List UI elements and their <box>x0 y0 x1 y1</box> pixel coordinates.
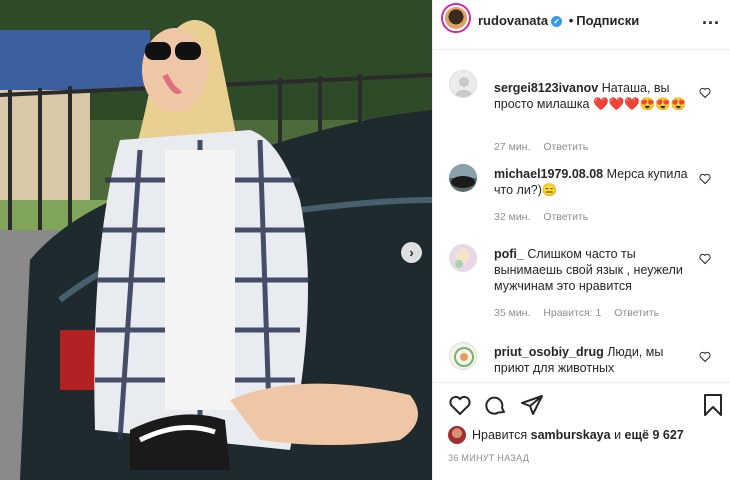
comment-time[interactable]: 35 мин. <box>494 307 530 319</box>
comment-meta: 27 мин. Ответить <box>494 141 598 153</box>
reply-button[interactable]: Ответить <box>614 307 659 319</box>
liker-avatar[interactable] <box>448 426 466 444</box>
post-header: rudovanata ✓ • Подписки ... <box>433 5 730 32</box>
comment-time[interactable]: 27 мин. <box>494 141 530 153</box>
like-heart-icon[interactable] <box>448 393 472 417</box>
commenter-avatar[interactable] <box>449 70 477 98</box>
author-avatar[interactable] <box>443 5 469 31</box>
reply-button[interactable]: Ответить <box>543 141 588 153</box>
actions-divider <box>433 382 730 383</box>
comment-bubble-icon[interactable] <box>484 393 508 417</box>
post-sidebar: rudovanata ✓ • Подписки ... sergei8123ivan… <box>432 0 730 480</box>
header-divider <box>433 49 730 50</box>
comment-text: pofi_ Слишком часто ты вынимаешь свой яз… <box>494 246 699 294</box>
comment-username[interactable]: priut_osobiy_drug <box>494 345 604 359</box>
next-photo-button[interactable]: › <box>401 242 422 263</box>
post-actions-bar <box>433 393 730 417</box>
comment-username[interactable]: sergei8123ivanov <box>494 81 598 95</box>
verified-badge-icon: ✓ <box>551 16 563 27</box>
commenter-avatar[interactable] <box>449 244 477 272</box>
likes-count-link[interactable]: ещё 9 627 <box>625 428 684 442</box>
photo-image <box>0 0 432 480</box>
comment-time[interactable]: 32 мин. <box>494 211 530 223</box>
like-comment-heart-icon[interactable] <box>699 351 711 363</box>
comment-meta: 35 мин. Нравится: 1 Ответить <box>494 307 669 319</box>
more-options-icon[interactable]: ... <box>702 8 720 29</box>
commenter-avatar[interactable] <box>449 164 477 192</box>
comment-text: sergei8123ivanov Наташа, вы просто милаш… <box>494 80 694 112</box>
comment-username[interactable]: pofi_ <box>494 247 524 261</box>
liker-username[interactable]: samburskaya <box>531 428 611 442</box>
comment-username[interactable]: michael1979.08.08 <box>494 167 603 181</box>
likes-summary: Нравится samburskaya и ещё 9 627 <box>448 426 684 444</box>
following-button[interactable]: Подписки <box>576 13 639 28</box>
author-username[interactable]: rudovanata <box>478 13 548 28</box>
like-comment-heart-icon[interactable] <box>699 173 711 185</box>
likes-prefix: Нравится <box>472 428 528 442</box>
bookmark-icon[interactable] <box>701 393 725 417</box>
comment-meta: 32 мин. Ответить <box>494 211 598 223</box>
post-timestamp[interactable]: 36 МИНУТ НАЗАД <box>448 453 529 463</box>
comment-text: priut_osobiy_drug Люди, мы приют для жив… <box>494 344 694 376</box>
share-send-icon[interactable] <box>520 393 544 417</box>
separator-dot: • <box>568 13 574 28</box>
chevron-right-icon: › <box>409 245 414 260</box>
like-comment-heart-icon[interactable] <box>699 87 711 99</box>
comments-list: sergei8123ivanov Наташа, вы просто милаш… <box>433 60 730 382</box>
post-photo: › <box>0 0 432 480</box>
likes-and: и <box>614 428 622 442</box>
comment-likes-count[interactable]: Нравится: 1 <box>543 307 601 319</box>
comment-text: michael1979.08.08 Мерса купила что ли?)😑 <box>494 166 694 198</box>
commenter-avatar[interactable] <box>449 342 477 370</box>
reply-button[interactable]: Ответить <box>543 211 588 223</box>
author-line: rudovanata ✓ • Подписки <box>478 13 639 28</box>
like-comment-heart-icon[interactable] <box>699 253 711 265</box>
